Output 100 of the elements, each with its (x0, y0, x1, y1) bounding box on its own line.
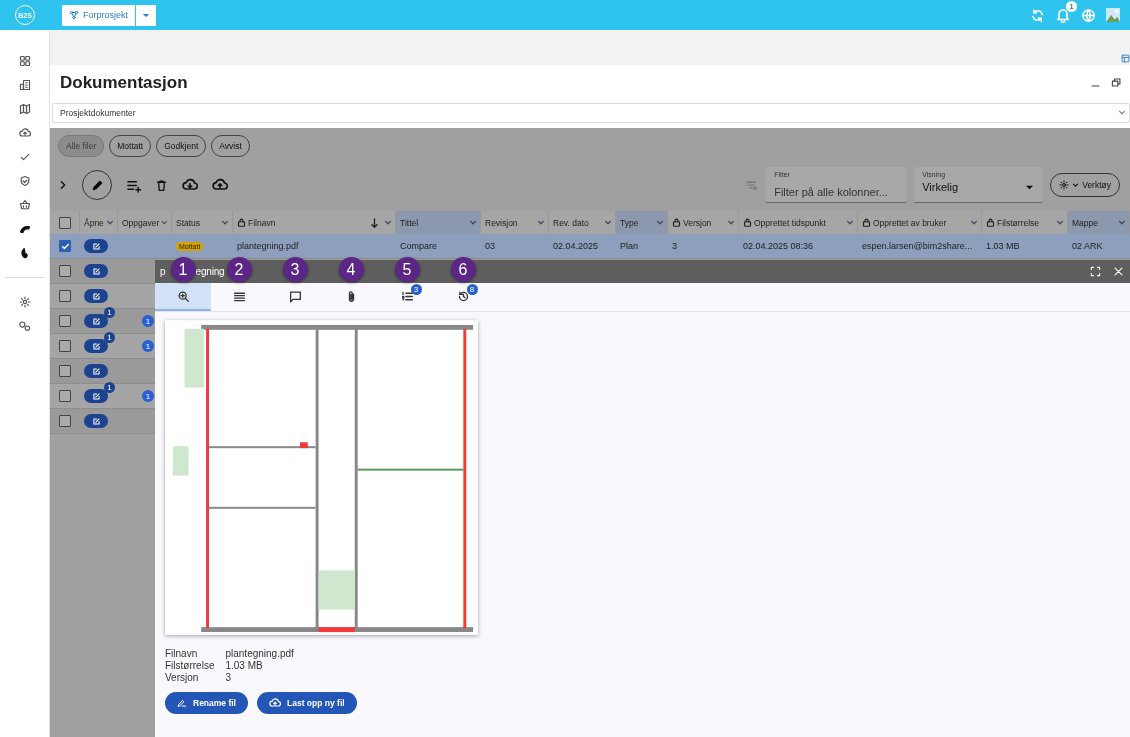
caret-icon[interactable] (846, 218, 854, 227)
row-checkbox[interactable] (59, 265, 71, 277)
edit-icon (91, 341, 101, 351)
edit-icon (91, 291, 101, 301)
category-select[interactable]: Prosjektdokumenter (52, 103, 1130, 123)
caret-icon[interactable] (656, 218, 664, 227)
grid-icon[interactable] (18, 55, 31, 67)
caret-icon[interactable] (537, 218, 545, 227)
filter-chip[interactable]: Godkjent (156, 135, 207, 157)
chevron-down-icon (1118, 109, 1126, 117)
cloud-download-icon[interactable] (182, 177, 198, 193)
row-checkbox[interactable] (59, 340, 71, 352)
caret-icon[interactable] (106, 218, 114, 227)
settings-icon[interactable] (18, 296, 31, 308)
table-cell-text: 1.03 MB (985, 240, 1021, 253)
building-icon[interactable] (18, 79, 31, 91)
caret-icon[interactable] (727, 218, 735, 227)
row-checkbox[interactable] (59, 415, 71, 427)
task-count: 1 (142, 315, 154, 327)
table-cell-text: plantegning.pdf (236, 240, 300, 253)
pencil-icon (177, 698, 187, 708)
shield-icon[interactable] (18, 175, 31, 187)
task-count: 1 (142, 390, 154, 402)
count-badge: 1 (104, 382, 115, 393)
info-label: Filnavn (165, 648, 199, 659)
rename-button[interactable]: Rename fil (165, 692, 248, 714)
open-button[interactable] (84, 364, 108, 378)
table-cell-text: 03 (484, 240, 496, 253)
caret-icon[interactable] (604, 218, 612, 227)
open-button[interactable] (84, 389, 108, 403)
page-title: Dokumentasjon (60, 72, 188, 93)
map-icon[interactable] (18, 103, 31, 115)
caret-icon (1025, 183, 1035, 192)
open-button[interactable] (84, 264, 108, 278)
info-value: plantegning.pdf (225, 648, 295, 659)
row-checkbox[interactable] (59, 290, 71, 302)
caret-icon[interactable] (384, 218, 392, 227)
caret-icon[interactable] (469, 218, 477, 227)
pencil-icon (90, 178, 104, 192)
gears-icon[interactable] (18, 320, 31, 332)
restore-icon[interactable] (1111, 77, 1122, 88)
trash-icon[interactable] (155, 178, 168, 192)
edit-icon (91, 266, 101, 276)
caret-icon (1072, 181, 1080, 189)
project-selector[interactable]: Forprosjekt (62, 4, 136, 26)
filter-chip[interactable]: Alle filer (58, 135, 105, 157)
sort-down-icon[interactable] (370, 217, 379, 228)
column-header[interactable]: Tittel (396, 211, 481, 234)
cloud-icon[interactable] (18, 127, 31, 139)
caret-icon[interactable] (970, 218, 978, 227)
caret-icon[interactable] (1118, 218, 1126, 227)
avatar-icon[interactable] (1106, 8, 1120, 22)
row-checkbox[interactable] (59, 240, 71, 252)
check-icon[interactable] (18, 151, 31, 163)
open-button[interactable] (84, 339, 108, 353)
upload-button[interactable]: Last opp ny fil (257, 692, 357, 714)
panel-tab[interactable]: 3 (379, 283, 435, 311)
table-cell-text: 02.04.2025 08:36 (742, 240, 815, 253)
table-cell-text: 3 (671, 240, 678, 253)
edit-icon (91, 391, 101, 401)
column-header[interactable]: Type (616, 211, 668, 234)
gear-icon (1059, 180, 1070, 190)
filter-chip[interactable]: Mottatt (109, 135, 152, 157)
panel-title: p (159, 266, 166, 277)
edit-icon (91, 316, 101, 326)
caret-icon[interactable] (221, 218, 229, 227)
row-checkbox[interactable] (59, 365, 71, 377)
column-header[interactable]: Mappe (1068, 211, 1130, 234)
basket-icon[interactable] (18, 199, 31, 211)
numbered-list-icon (400, 289, 414, 303)
cloud-upload-icon (269, 697, 281, 709)
filter-chip[interactable]: Avvist (211, 135, 250, 157)
table-cell-text: 02.04.2025 (552, 240, 600, 253)
info-value: 1.03 MB (225, 660, 264, 671)
open-button[interactable] (84, 314, 108, 328)
info-value: 3 (225, 672, 232, 683)
close-icon[interactable] (1113, 266, 1124, 277)
swoosh-icon[interactable] (18, 223, 31, 235)
open-button[interactable] (84, 414, 108, 428)
chevron-right-icon[interactable] (58, 180, 68, 190)
panel-title: egning (195, 266, 225, 277)
open-button[interactable] (84, 239, 108, 253)
caret-icon[interactable] (1056, 218, 1064, 227)
check-icon (60, 241, 70, 251)
table-cell-text: Plan (619, 240, 639, 253)
task-count: 1 (142, 340, 154, 352)
cloud-upload-icon[interactable] (212, 177, 228, 193)
flame-icon[interactable] (18, 247, 31, 259)
table-cell-text: espen.larsen@bim2share... (861, 240, 974, 253)
panel-icon[interactable] (1121, 54, 1130, 63)
panel-tab[interactable]: 8 (435, 283, 491, 311)
info-label: Filstørrelse (165, 660, 215, 671)
notification-count: 1 (1066, 1, 1077, 12)
row-checkbox[interactable] (59, 390, 71, 402)
caret-icon[interactable] (161, 218, 168, 227)
open-button[interactable] (84, 289, 108, 303)
select-all-checkbox[interactable] (59, 216, 71, 229)
fullscreen-icon[interactable] (1090, 266, 1101, 277)
edit-icon (91, 241, 101, 251)
row-checkbox[interactable] (59, 315, 71, 327)
